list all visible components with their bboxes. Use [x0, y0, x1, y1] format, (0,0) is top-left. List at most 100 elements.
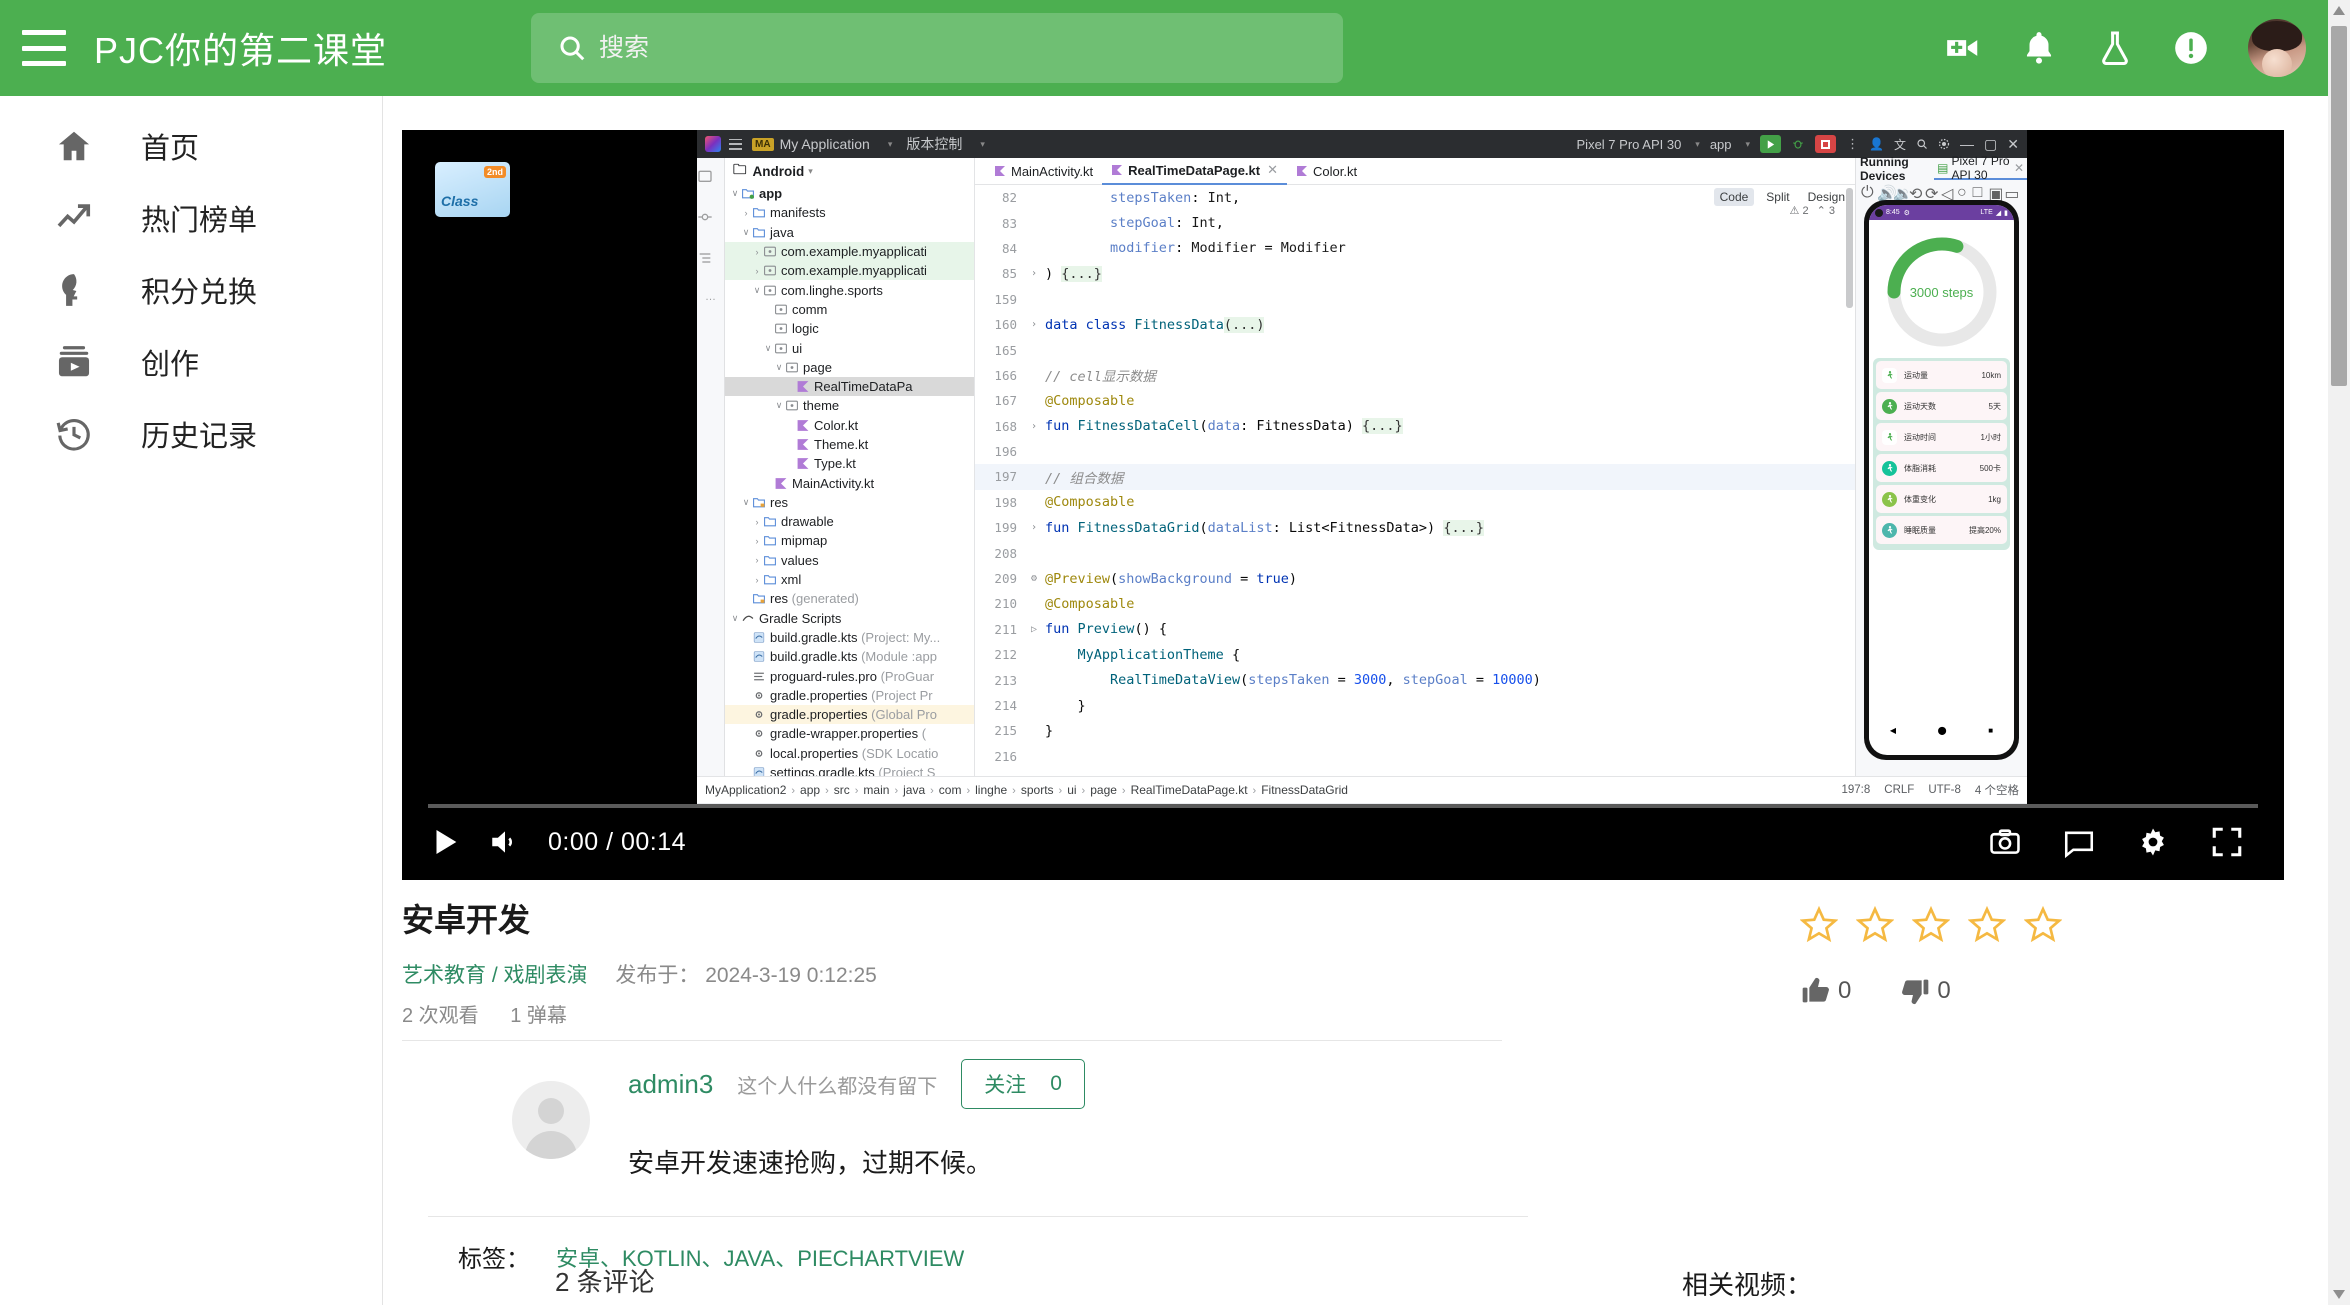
- star-icon-3[interactable]: [1912, 905, 1950, 943]
- breadcrumb-item[interactable]: com: [939, 783, 962, 797]
- breadcrumb-item[interactable]: page: [1090, 783, 1117, 797]
- fullscreen-icon[interactable]: [2210, 825, 2244, 859]
- file-encoding[interactable]: UTF-8: [1928, 784, 1961, 796]
- code-line[interactable]: 215}: [975, 718, 1855, 743]
- tree-node[interactable]: logic: [725, 319, 974, 338]
- editor-mode-code[interactable]: Code: [1713, 188, 1755, 206]
- home-nav-icon[interactable]: ○: [1957, 184, 1967, 201]
- close-icon[interactable]: ✕: [1267, 162, 1278, 178]
- code-line[interactable]: 197 // 组合数据: [975, 464, 1855, 490]
- tree-node[interactable]: Theme.kt: [725, 435, 974, 454]
- ide-project-tree[interactable]: 🗀 Android ▾ ∨ app › manifests ∨ java › com.exam…: [725, 158, 975, 803]
- gear-icon[interactable]: [2136, 825, 2170, 859]
- tree-node[interactable]: ∨ res: [725, 493, 974, 512]
- editor-mode-split[interactable]: Split: [1760, 188, 1795, 206]
- structure-tool-icon[interactable]: [697, 250, 713, 266]
- code-line[interactable]: 209 ⚙ @Preview(showBackground = true): [975, 566, 1855, 591]
- translate-icon[interactable]: 文: [1894, 136, 1906, 153]
- play-icon[interactable]: [428, 825, 462, 859]
- code-line[interactable]: 159: [975, 287, 1855, 312]
- tree-node[interactable]: ∨ app: [725, 184, 974, 203]
- video-progress-bar[interactable]: [428, 804, 2258, 808]
- tree-node[interactable]: ∨ theme: [725, 396, 974, 415]
- window-maximize-icon[interactable]: ▢: [1984, 136, 1997, 153]
- recents-nav-icon[interactable]: □: [1973, 184, 1983, 201]
- tree-node[interactable]: ∨ ui: [725, 338, 974, 357]
- fitness-data-cell[interactable]: 体重变化 1kg: [1876, 485, 2007, 513]
- rotate-right-icon[interactable]: ⟳: [1925, 184, 1938, 203]
- editor-tab[interactable]: MainActivity.kt: [985, 158, 1102, 185]
- scroll-up-arrow-icon[interactable]: [2328, 0, 2350, 22]
- ide-project-name[interactable]: My Application: [780, 136, 870, 152]
- video-player[interactable]: 2nd Class MA My Application ▾ 版本控制 ▾ Pix…: [402, 130, 2284, 880]
- nav-recents-icon[interactable]: ■: [1988, 726, 1993, 735]
- dislike-button[interactable]: 0: [1899, 975, 1951, 1007]
- notification-bell-icon[interactable]: [2020, 29, 2058, 67]
- page-scrollbar[interactable]: [2328, 0, 2350, 1305]
- window-close-icon[interactable]: ✕: [2007, 136, 2019, 153]
- project-view-selector[interactable]: 🗀 Android ▾: [725, 158, 974, 184]
- ide-main-menu-icon[interactable]: [729, 138, 742, 150]
- tree-node[interactable]: local.properties (SDK Locatio: [725, 744, 974, 763]
- star-icon-2[interactable]: [1856, 905, 1894, 943]
- sidebar-item-trending[interactable]: 热门榜单: [0, 182, 382, 254]
- code-area[interactable]: 82 stepsTaken: Int, 83 stepGoal: Int, 84 m…: [975, 185, 1855, 775]
- tree-node[interactable]: RealTimeDataPa: [725, 376, 974, 397]
- editor-scrollbar-thumb[interactable]: [1846, 188, 1853, 308]
- editor-tab[interactable]: RealTimeDataPage.kt ✕: [1102, 158, 1288, 185]
- alert-circle-icon[interactable]: [2172, 29, 2210, 67]
- code-line[interactable]: 216: [975, 744, 1855, 769]
- fitness-data-cell[interactable]: 睡眠质量 提高20%: [1876, 516, 2007, 544]
- menu-hamburger-icon[interactable]: [22, 30, 66, 66]
- more-tools-icon[interactable]: …: [703, 291, 719, 307]
- device-tab[interactable]: ▤ Pixel 7 Pro API 30 ✕: [1934, 154, 2027, 182]
- project-tool-icon[interactable]: [697, 168, 713, 184]
- code-gutter-marker[interactable]: ›: [1023, 268, 1045, 279]
- fitness-data-cell[interactable]: 运动天数 5天: [1876, 392, 2007, 420]
- stop-button[interactable]: [1815, 135, 1837, 153]
- indent-setting[interactable]: 4 个空格: [1975, 782, 2019, 798]
- breadcrumb-item[interactable]: FitnessDataGrid: [1261, 783, 1348, 797]
- power-icon[interactable]: ⏻: [1861, 184, 1874, 201]
- like-button[interactable]: 0: [1800, 975, 1851, 1007]
- breadcrumb-item[interactable]: main: [863, 783, 889, 797]
- tree-node[interactable]: › com.example.myapplicati: [725, 261, 974, 281]
- search-input[interactable]: [599, 33, 1299, 63]
- code-gutter-marker[interactable]: ▷: [1023, 624, 1045, 635]
- tree-node[interactable]: ∨ Gradle Scripts: [725, 609, 974, 628]
- run-button[interactable]: [1760, 135, 1782, 153]
- code-line[interactable]: 165: [975, 337, 1855, 362]
- settings-gear-icon[interactable]: [1938, 138, 1950, 150]
- tree-node[interactable]: ∨ com.linghe.sports: [725, 280, 974, 299]
- breadcrumb-item[interactable]: RealTimeDataPage.kt: [1131, 783, 1248, 797]
- screenshot-icon[interactable]: ▣: [1988, 184, 2003, 203]
- code-line[interactable]: 212 MyApplicationTheme {: [975, 642, 1855, 667]
- code-line[interactable]: 210 @Composable: [975, 591, 1855, 616]
- debug-bug-icon[interactable]: [1791, 137, 1805, 151]
- tree-node[interactable]: › xml: [725, 570, 974, 589]
- code-line[interactable]: 208: [975, 540, 1855, 565]
- code-line[interactable]: 211 ▷ fun Preview() {: [975, 617, 1855, 642]
- tree-node[interactable]: build.gradle.kts (Project: My...: [725, 628, 974, 647]
- rotate-left-icon[interactable]: ⟲: [1909, 184, 1922, 203]
- tree-node[interactable]: ∨ java: [725, 223, 974, 242]
- volume-up-icon[interactable]: 🔊: [1877, 184, 1897, 203]
- upload-video-icon[interactable]: [1944, 29, 1982, 67]
- add-user-icon[interactable]: 👤: [1869, 137, 1884, 151]
- sidebar-item-home[interactable]: 首页: [0, 110, 382, 182]
- emulator-device[interactable]: 8:45 ⚙ LTE ◢ ▮ 3000 steps 运动量 10km 运动天数 …: [1864, 200, 2019, 760]
- close-icon[interactable]: ✕: [2014, 161, 2024, 175]
- lab-flask-icon[interactable]: [2096, 29, 2134, 67]
- commit-tool-icon[interactable]: [697, 209, 713, 225]
- star-rating[interactable]: [1800, 905, 2062, 943]
- ide-vcs-menu[interactable]: 版本控制: [906, 134, 962, 154]
- follow-button[interactable]: 关注 0: [961, 1059, 1085, 1109]
- sidebar-item-points[interactable]: 积分兑换: [0, 254, 382, 326]
- code-line[interactable]: 166 // cell显示数据: [975, 363, 1855, 388]
- star-icon-5[interactable]: [2024, 905, 2062, 943]
- window-minimize-icon[interactable]: —: [1960, 136, 1974, 152]
- breadcrumb-item[interactable]: linghe: [975, 783, 1007, 797]
- back-nav-icon[interactable]: ◁: [1941, 184, 1953, 203]
- code-line[interactable]: 83 stepGoal: Int,: [975, 210, 1855, 235]
- uploader-avatar[interactable]: [512, 1081, 590, 1159]
